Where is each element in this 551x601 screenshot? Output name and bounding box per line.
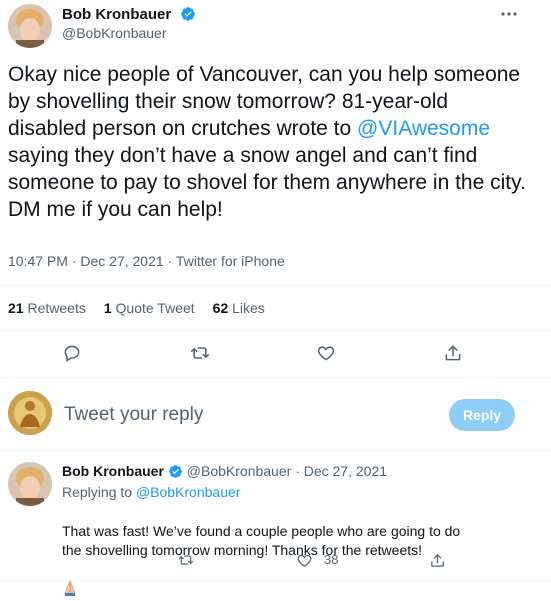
retweet-icon <box>178 555 194 565</box>
divider <box>0 285 551 286</box>
author-handle[interactable]: @BobKronbauer <box>62 25 167 41</box>
reply-author-name[interactable]: Bob Kronbauer <box>62 463 164 479</box>
likes-stat[interactable]: 62 Likes <box>213 300 265 316</box>
like-action-button[interactable] <box>311 338 341 368</box>
divider <box>0 450 551 451</box>
share-icon <box>430 553 444 567</box>
reply-text-content: That was fast! We’ve found a couple peop… <box>62 523 461 558</box>
more-dots-icon <box>501 12 517 16</box>
share-action-button[interactable] <box>438 338 468 368</box>
mention-link[interactable]: @VIAwesome <box>357 117 490 140</box>
reply-author-handle[interactable]: @BobKronbauer <box>187 463 292 479</box>
reply-icon <box>64 345 80 362</box>
heart-icon <box>317 346 335 361</box>
verified-badge-icon <box>180 7 195 21</box>
replying-to-label: Replying to <box>62 484 133 500</box>
reply-text: That was fast! We’ve found a couple peop… <box>62 503 482 601</box>
author-name-row: Bob Kronbauer <box>62 6 196 24</box>
user-avatar[interactable] <box>8 391 52 435</box>
share-icon <box>445 345 461 361</box>
tweet-stats: 21 Retweets 1 Quote Tweet 62 Likes <box>8 300 283 316</box>
replying-to-handle[interactable]: @BobKronbauer <box>136 484 241 500</box>
retweets-stat[interactable]: 21 Retweets <box>8 300 86 316</box>
divider <box>0 330 551 331</box>
author-avatar[interactable] <box>8 4 52 48</box>
reply-share-button[interactable] <box>422 545 452 575</box>
heart-icon <box>297 554 311 567</box>
verified-badge-icon <box>168 465 182 478</box>
reply-action-button[interactable] <box>57 338 87 368</box>
tweet-timestamp[interactable]: 10:47 PM · Dec 27, 2021 · Twitter for iP… <box>8 253 285 269</box>
reply-like-count: 38 <box>324 552 339 567</box>
retweet-icon <box>190 347 210 359</box>
more-options-button[interactable] <box>494 2 524 26</box>
replying-to: Replying to @BobKronbauer <box>62 484 240 500</box>
reply-like-button[interactable] <box>289 545 319 575</box>
divider <box>0 580 551 581</box>
reply-button[interactable]: Reply <box>449 399 515 431</box>
reply-input[interactable]: Tweet your reply <box>64 404 424 426</box>
retweet-action-button[interactable] <box>185 338 215 368</box>
reply-date[interactable]: · Dec 27, 2021 <box>295 463 387 479</box>
tweet-text-part-2: saying they don’t have a snow angel and … <box>8 144 526 221</box>
reply-header: Bob Kronbauer @BobKronbauer · Dec 27, 20… <box>62 463 387 479</box>
tweet-text: Okay nice people of Vancouver, can you h… <box>8 61 528 223</box>
divider <box>0 377 551 378</box>
quotes-stat[interactable]: 1 Quote Tweet <box>104 300 195 316</box>
reply-author-avatar[interactable] <box>8 462 52 506</box>
author-name[interactable]: Bob Kronbauer <box>62 6 171 23</box>
reply-retweet-button[interactable] <box>171 545 201 575</box>
